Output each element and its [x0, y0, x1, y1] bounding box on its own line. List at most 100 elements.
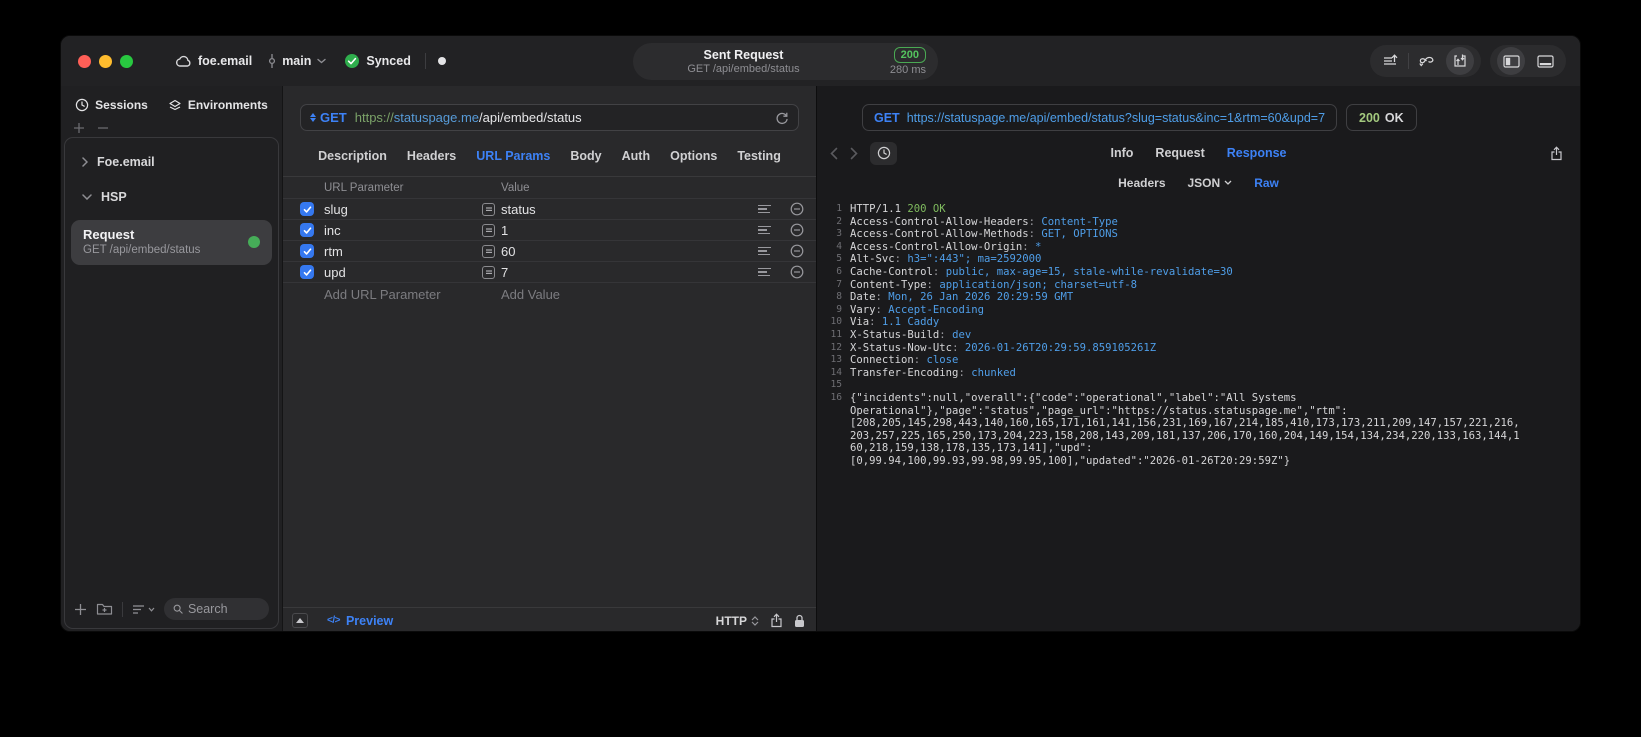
- request-title: Sent Request: [703, 47, 784, 62]
- request-tab-options[interactable]: Options: [670, 149, 717, 163]
- method-selector-icon[interactable]: [310, 113, 316, 122]
- response-line: 7 Content-Type: application/json; charset…: [827, 279, 1568, 292]
- request-url-bar[interactable]: GET https://statuspage.me/api/embed/stat…: [300, 104, 799, 131]
- add-request-icon[interactable]: [74, 603, 87, 616]
- reorder-lines-icon[interactable]: [758, 225, 771, 235]
- request-method[interactable]: GET: [320, 110, 347, 125]
- chevron-down-icon: [1224, 180, 1232, 185]
- layers-icon: [169, 99, 181, 111]
- sync-status[interactable]: Synced: [344, 53, 411, 69]
- synced-check-icon: [345, 54, 360, 68]
- main-content: Sessions Environments Foe.email HSP Requ…: [61, 86, 1580, 631]
- param-value[interactable]: 7: [501, 265, 758, 280]
- toggle-sidebar-button[interactable]: [1497, 47, 1525, 75]
- line-content: Content-Type: application/json; charset=…: [850, 278, 1138, 291]
- line-number: 16: [830, 391, 842, 403]
- zoom-window-button[interactable]: [120, 54, 133, 68]
- param-checkbox[interactable]: [300, 223, 314, 237]
- add-parameter-placeholder[interactable]: Add URL Parameter: [324, 287, 482, 302]
- share-request-button[interactable]: [770, 613, 783, 628]
- project-switcher[interactable]: foe.email: [175, 54, 252, 68]
- response-body[interactable]: 1 HTTP/1.1 200 OK 2 Access-Control-Allow-He…: [817, 195, 1580, 631]
- tools-pill: [1370, 45, 1481, 77]
- line-number: 13: [830, 354, 842, 366]
- tree-item-hsp[interactable]: HSP: [70, 185, 273, 209]
- response-line: 14 Transfer-Encoding: chunked: [827, 367, 1568, 380]
- branch-switcher[interactable]: main: [268, 54, 327, 68]
- reorder-lines-icon[interactable]: [758, 246, 771, 256]
- param-value[interactable]: 1: [501, 223, 758, 238]
- line-content: X-Status-Now-Utc: 2026-01-26T20:29:59.85…: [850, 341, 1157, 354]
- request-tab-headers[interactable]: Headers: [407, 149, 456, 163]
- sort-menu-button[interactable]: [132, 604, 155, 615]
- share-response-button[interactable]: [1550, 145, 1563, 161]
- history-clock-icon: [877, 146, 890, 160]
- bottom-panel-icon: [1536, 54, 1554, 68]
- sent-request-url-box[interactable]: GET https://statuspage.me/api/embed/stat…: [862, 104, 1338, 131]
- response-subtab-json[interactable]: JSON: [1188, 176, 1233, 190]
- response-line: 15: [827, 379, 1568, 392]
- param-checkbox[interactable]: [300, 244, 314, 258]
- tab-environments[interactable]: Environments: [168, 98, 268, 112]
- search-input[interactable]: [187, 602, 260, 616]
- export-list-button[interactable]: [1374, 47, 1408, 75]
- reorder-lines-icon[interactable]: [758, 267, 771, 277]
- param-name[interactable]: rtm: [324, 244, 482, 259]
- equals-icon: [485, 249, 492, 254]
- minimize-window-button[interactable]: [99, 54, 112, 68]
- response-tab-request[interactable]: Request: [1155, 146, 1204, 160]
- lock-button[interactable]: [794, 614, 805, 628]
- toggle-bottom-panel-button[interactable]: [1528, 47, 1562, 75]
- response-line: 12 X-Status-Now-Utc: 2026-01-26T20:29:59.…: [827, 342, 1568, 355]
- lock-icon: [795, 614, 804, 627]
- add-value-placeholder[interactable]: Add Value: [501, 287, 758, 302]
- param-checkbox[interactable]: [300, 265, 314, 279]
- param-name[interactable]: upd: [324, 265, 482, 280]
- request-tab-description[interactable]: Description: [318, 149, 387, 163]
- response-subtab-raw[interactable]: Raw: [1254, 176, 1279, 190]
- reorder-lines-icon[interactable]: [758, 204, 771, 214]
- remove-param-icon[interactable]: [790, 265, 804, 279]
- close-window-button[interactable]: [78, 54, 91, 68]
- request-tab-testing[interactable]: Testing: [737, 149, 781, 163]
- remove-param-icon[interactable]: [790, 244, 804, 258]
- remove-param-icon[interactable]: [790, 223, 804, 237]
- request-tab-url-params[interactable]: URL Params: [476, 149, 550, 163]
- minus-icon[interactable]: [97, 122, 109, 134]
- column-url-parameter: URL Parameter: [324, 181, 404, 194]
- sidebar-tabs: Sessions Environments: [64, 90, 279, 120]
- new-folder-icon[interactable]: [96, 602, 113, 616]
- forward-chevron-icon[interactable]: [850, 147, 858, 160]
- param-name[interactable]: inc: [324, 223, 482, 238]
- import-export-button[interactable]: [1446, 47, 1474, 75]
- request-list-item-selected[interactable]: Request GET /api/embed/status: [71, 220, 272, 265]
- tab-sessions[interactable]: Sessions: [75, 98, 148, 112]
- param-add-row[interactable]: Add URL Parameter Add Value: [283, 283, 816, 305]
- plus-icon[interactable]: [73, 122, 85, 134]
- collapse-panel-button[interactable]: [292, 613, 308, 628]
- history-button[interactable]: [870, 141, 897, 165]
- line-number: 5: [836, 253, 842, 265]
- remove-param-icon[interactable]: [790, 202, 804, 216]
- param-checkbox[interactable]: [300, 202, 314, 216]
- request-tab-body[interactable]: Body: [570, 149, 601, 163]
- line-content: HTTP/1.1 200 OK: [850, 203, 946, 215]
- resend-button[interactable]: [775, 111, 789, 125]
- param-value[interactable]: 60: [501, 244, 758, 259]
- sidebar-search[interactable]: [164, 598, 269, 620]
- preview-button[interactable]: </> Preview: [327, 614, 393, 628]
- back-chevron-icon[interactable]: [830, 147, 838, 160]
- tree-item-foe-email[interactable]: Foe.email: [70, 150, 273, 174]
- tree-item-label: Foe.email: [97, 155, 155, 169]
- response-tab-info[interactable]: Info: [1111, 146, 1134, 160]
- response-subtab-headers[interactable]: Headers: [1118, 176, 1165, 190]
- response-tab-response[interactable]: Response: [1227, 146, 1287, 160]
- line-content: {"incidents":null,"overall":{"code":"ope…: [850, 391, 1520, 467]
- sync-branches-button[interactable]: [1409, 47, 1443, 75]
- request-status-pill[interactable]: Sent Request GET /api/embed/status 200 2…: [633, 43, 938, 80]
- param-value[interactable]: status: [501, 202, 758, 217]
- url-host: statuspage.me: [393, 110, 480, 125]
- param-name[interactable]: slug: [324, 202, 482, 217]
- request-tab-auth[interactable]: Auth: [622, 149, 650, 163]
- protocol-selector[interactable]: HTTP: [716, 614, 759, 628]
